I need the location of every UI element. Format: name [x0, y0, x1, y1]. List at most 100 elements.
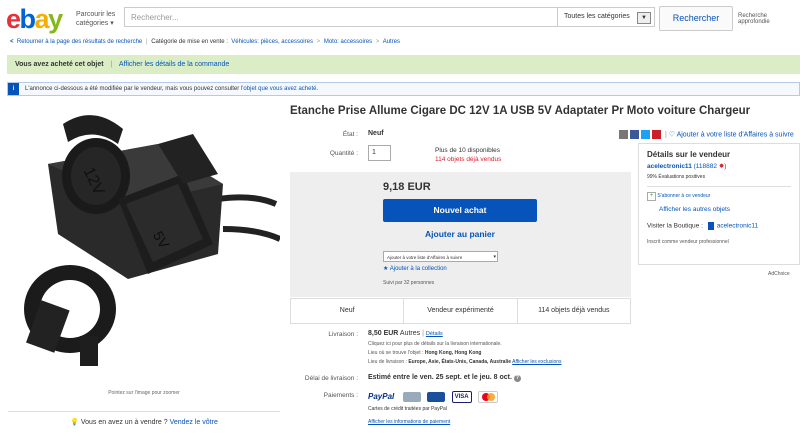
seller-panel: Détails sur le vendeur acelectronic11 (1…: [638, 143, 800, 265]
search-button[interactable]: Rechercher: [659, 6, 733, 31]
category-select-value: Toutes les catégories: [564, 13, 630, 20]
card-icon: [427, 391, 446, 402]
purchased-text: Vous avez acheté cet objet: [15, 61, 104, 68]
advanced-search-link[interactable]: Recherche approfondie: [738, 13, 800, 25]
browse-categories[interactable]: Parcourir les catégories ▾: [76, 10, 116, 28]
heart-icon: ♡: [668, 131, 676, 139]
highlight-seller: Vendeur expérimenté: [403, 299, 518, 323]
breadcrumb: < Retourner à la page des résultats de r…: [10, 39, 401, 45]
share-bar: | ♡ Ajouter à votre liste d'Affaires à s…: [619, 130, 794, 139]
chevron-down-icon: ▾: [110, 20, 114, 27]
sell-prompt: 💡 Vous en avez un à vendre ? Vendez le v…: [8, 411, 280, 426]
store-icon: [707, 222, 714, 230]
payments-label: Paiements :: [323, 392, 358, 399]
price: 9,18 EUR: [383, 181, 431, 193]
chevron-left-icon: <: [10, 39, 14, 45]
twitter-icon[interactable]: [641, 130, 650, 139]
delivery-time-label: Délai de livraison :: [304, 375, 358, 382]
delivery-type: Autres: [399, 330, 421, 337]
sell-yours-link[interactable]: Vendez le vôtre: [170, 419, 218, 426]
sell-prompt-text: Vous en avez un à vendre ?: [80, 419, 168, 426]
product-title: Etanche Prise Allume Cigare DC 12V 1A US…: [290, 105, 751, 117]
info-icon: i: [8, 83, 19, 95]
seller-header: Détails sur le vendeur: [647, 150, 731, 159]
delivery-estimate-text: Estimé entre le ven. 25 sept. et le jeu.…: [368, 374, 512, 381]
paypal-cards-note: Cartes de crédit traitées par PayPal: [368, 406, 447, 412]
add-to-collection-label: Ajouter à la collection: [389, 266, 447, 272]
notice-period: .: [316, 86, 319, 92]
category-select[interactable]: Toutes les catégories ▼: [558, 7, 655, 27]
item-location-value: Hong Kong, Hong Kong: [424, 350, 482, 356]
card-icon: [402, 391, 421, 402]
ebay-logo[interactable]: ebay: [6, 4, 63, 34]
pinterest-icon[interactable]: [652, 130, 661, 139]
sold-count[interactable]: 114 objets déjà vendus: [435, 155, 501, 164]
breadcrumb-item[interactable]: Autres: [383, 39, 400, 45]
seller-positive: 99% Évaluations positives: [647, 174, 706, 180]
availability: Plus de 10 disponibles 114 objets déjà v…: [435, 146, 501, 164]
store-visit: Visiter la Boutique : acelectronic11: [647, 222, 791, 230]
highlight-sold: 114 objets déjà vendus: [538, 307, 610, 314]
help-icon[interactable]: ?: [513, 375, 521, 382]
category-label: Catégorie de mise en vente :: [151, 39, 228, 45]
add-to-watchlist-select[interactable]: Ajouter à votre liste d'Affaires à suivr…: [383, 251, 498, 262]
payment-methods: PayPal VISA: [368, 388, 500, 406]
usb-charger-illustration: 12V 5V: [8, 104, 282, 384]
follow-seller-label: S'abonner à ce vendeur: [657, 193, 711, 199]
delivery-label: Livraison :: [328, 331, 358, 338]
delivery-info: 8,50 EUR Autres | Détails: [368, 330, 443, 337]
dropdown-arrow-icon: ▾: [493, 254, 496, 260]
breadcrumb-item[interactable]: Moto: accessoires: [324, 39, 372, 45]
quantity-input[interactable]: 1: [368, 145, 391, 161]
ships-to: Lieu de livraison : Europe, Asie, États-…: [368, 359, 562, 365]
breadcrumb-item[interactable]: Véhicules: pièces, accessoires: [231, 39, 313, 45]
notice-text: L'annonce ci-dessous a été modifiée par …: [25, 86, 241, 92]
exclusions-link[interactable]: Afficher les exclusions: [512, 359, 561, 365]
ships-to-label: Lieu de livraison :: [368, 359, 407, 365]
delivery-price: 8,50 EUR: [368, 330, 399, 337]
follow-seller[interactable]: + S'abonner à ce vendeur: [647, 186, 791, 201]
logo-letter-y: y: [48, 4, 63, 34]
logo-letter-a: a: [34, 4, 50, 34]
ships-to-value: Europe, Asie, États-Unis, Canada, Austra…: [408, 359, 512, 365]
purchased-item-link[interactable]: l'objet que vous avez acheté: [241, 86, 317, 92]
condition-value: Neuf: [368, 130, 384, 137]
add-to-watchlist-label: Ajouter à votre liste d'Affaires à suivr…: [387, 255, 463, 260]
add-to-collection[interactable]: ★ Ajouter à la collection: [383, 265, 447, 272]
seller-score[interactable]: (118882: [694, 163, 717, 170]
international-delivery-note: Cliquez ici pour plus de détails sur la …: [368, 341, 502, 347]
dropdown-arrow-icon: ▼: [637, 12, 651, 24]
condition-label: État :: [342, 131, 358, 138]
back-to-results-link[interactable]: Retourner à la page des résultats de rec…: [17, 39, 142, 45]
registered-pro: Inscrit comme vendeur professionnel: [647, 239, 729, 245]
facebook-icon[interactable]: [630, 130, 639, 139]
quantity-label: Quantité :: [329, 150, 358, 157]
delivery-estimate: Estimé entre le ven. 25 sept. et le jeu.…: [368, 374, 521, 382]
store-visit-label: Visiter la Boutique :: [647, 222, 703, 230]
buy-now-button[interactable]: Nouvel achat: [383, 199, 537, 222]
order-details-link[interactable]: Afficher les détails de la commande: [119, 61, 229, 68]
seller-name-link[interactable]: acelectronic11: [647, 163, 692, 170]
item-location: Lieu où se trouve l'objet : Hong Kong, H…: [368, 350, 481, 356]
zoom-caption: Pointez sur l'image pour zoomer: [108, 390, 180, 396]
product-image[interactable]: 12V 5V: [8, 104, 282, 384]
logo-letter-e: e: [6, 4, 21, 34]
logo-letter-b: b: [19, 4, 37, 34]
other-items-link[interactable]: Afficher les autres objets: [659, 206, 791, 213]
plus-icon: +: [647, 192, 656, 201]
available-count: Plus de 10 disponibles: [435, 147, 501, 154]
adchoice-link[interactable]: AdChoice: [768, 271, 790, 277]
watchers-count: Suivi par 32 personnes: [383, 280, 435, 286]
paypal-logo: PayPal: [368, 392, 395, 402]
shipping-details-link[interactable]: Détails: [426, 331, 443, 337]
search-input[interactable]: Rechercher...: [124, 7, 558, 27]
watch-link[interactable]: Ajouter à votre liste d'Affaires à suivr…: [677, 131, 794, 138]
modified-notice: i L'annonce ci-dessous a été modifiée par…: [7, 82, 800, 96]
add-to-cart-button[interactable]: Ajouter au panier: [383, 227, 537, 242]
item-highlights: Neuf Vendeur expérimenté 114 objets déjà…: [290, 298, 631, 324]
seller-info: acelectronic11 (118882 ✸): [647, 163, 727, 170]
store-link[interactable]: acelectronic11: [717, 223, 758, 230]
email-icon[interactable]: [619, 130, 628, 139]
payment-info-link[interactable]: Afficher les informations de paiement: [368, 419, 450, 425]
mastercard-icon: [478, 390, 499, 403]
